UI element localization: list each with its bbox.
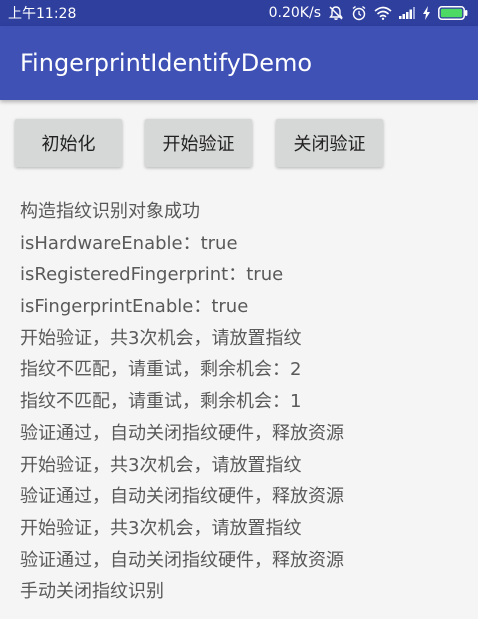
log-line: isRegisteredFingerprint：true <box>20 264 284 286</box>
network-speed: 0.20K/s <box>268 5 321 21</box>
wifi-icon <box>374 6 392 20</box>
mute-bell-icon <box>328 5 344 21</box>
log-line: isHardwareEnable：true <box>20 232 238 254</box>
log-line: 指纹不匹配，请重试，剩余机会：1 <box>20 391 302 413</box>
status-time: 上午11:28 <box>8 6 77 22</box>
cell-signal-icon <box>399 7 415 19</box>
log-area: 构造指纹识别对象成功 isHardwareEnable：true isRegis… <box>20 196 470 608</box>
log-line: 验证通过，自动关闭指纹硬件，释放资源 <box>20 549 344 571</box>
app-title: FingerprintIdentifyDemo <box>20 49 313 77</box>
log-line: 开始验证，共3次机会，请放置指纹 <box>20 327 302 349</box>
log-line: 指纹不匹配，请重试，剩余机会：2 <box>20 359 302 381</box>
log-line: 手动关闭指纹识别 <box>20 581 164 603</box>
battery-icon <box>438 6 468 20</box>
log-line: 验证通过，自动关闭指纹硬件，释放资源 <box>20 422 344 444</box>
log-line: 开始验证，共3次机会，请放置指纹 <box>20 517 302 539</box>
log-line: 开始验证，共3次机会，请放置指纹 <box>20 454 302 476</box>
close-verify-button[interactable]: 关闭验证 <box>276 119 383 167</box>
init-button[interactable]: 初始化 <box>15 119 122 167</box>
start-verify-button[interactable]: 开始验证 <box>145 119 252 167</box>
alarm-clock-icon <box>351 5 367 21</box>
log-line: isFingerprintEnable：true <box>20 296 249 318</box>
status-bar: 上午11:28 0.20K/s <box>0 0 478 26</box>
log-line: 构造指纹识别对象成功 <box>20 201 200 222</box>
status-icons: 0.20K/s <box>269 5 468 21</box>
log-line: 验证通过，自动关闭指纹硬件，释放资源 <box>20 486 344 508</box>
charging-bolt-icon <box>422 6 431 20</box>
app-bar: FingerprintIdentifyDemo <box>0 26 478 100</box>
